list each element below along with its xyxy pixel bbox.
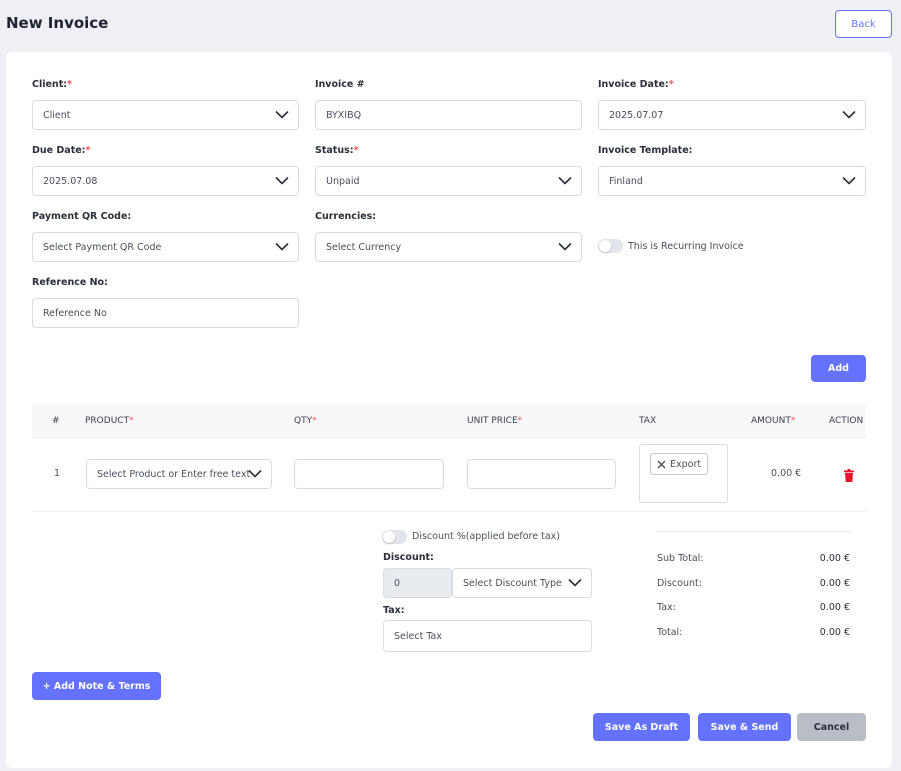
tax-chip[interactable]: Export	[650, 453, 709, 475]
column-header-tax: TAX	[639, 416, 657, 426]
cancel-button[interactable]: Cancel	[797, 713, 866, 741]
due-date-label: Due Date:*	[32, 145, 91, 156]
client-label: Client:*	[32, 79, 72, 90]
chevron-down-icon	[248, 469, 262, 478]
reference-label: Reference No:	[32, 277, 108, 288]
add-note-terms-button[interactable]: + Add Note & Terms	[32, 672, 161, 700]
reference-input[interactable]: Reference No	[32, 298, 299, 328]
currencies-label: Currencies:	[315, 211, 377, 222]
invoice-template-select[interactable]: Finland	[598, 166, 866, 196]
chevron-down-icon	[568, 578, 582, 587]
invoice-number-input[interactable]: BYXIBQ	[315, 100, 582, 130]
summary-tax-value: 0.00 €	[819, 602, 850, 613]
sub-total-label: Sub Total:	[657, 553, 704, 564]
add-item-button[interactable]: Add	[811, 355, 866, 382]
row-index: 1	[54, 468, 61, 479]
summary-divider	[656, 531, 850, 532]
save-as-draft-button[interactable]: Save As Draft	[593, 713, 690, 741]
due-date-select[interactable]: 2025.07.08	[32, 166, 299, 196]
chevron-down-icon	[842, 176, 856, 185]
save-and-send-button[interactable]: Save & Send	[698, 713, 791, 741]
column-header-qty: QTY*	[294, 416, 317, 426]
qty-input[interactable]	[294, 459, 444, 489]
column-header-action: ACTION	[829, 416, 864, 426]
discount-label: Discount:	[383, 552, 434, 563]
tax-chip-label: Export	[670, 458, 702, 470]
product-select[interactable]: Select Product or Enter free text	[86, 459, 272, 489]
total-value: 0.00 €	[819, 627, 850, 638]
page-title: New Invoice	[6, 14, 109, 32]
trash-icon[interactable]	[844, 469, 854, 482]
invoice-template-label: Invoice Template:	[598, 145, 693, 156]
chevron-down-icon	[558, 176, 572, 185]
payment-qr-select[interactable]: Select Payment QR Code	[32, 232, 299, 262]
sub-total-value: 0.00 €	[819, 553, 850, 564]
invoice-date-select[interactable]: 2025.07.07	[598, 100, 866, 130]
column-header-unit-price: UNIT PRICE*	[467, 416, 523, 426]
tax-multiselect[interactable]: Export	[639, 444, 728, 503]
items-table-header: # PRODUCT* QTY* UNIT PRICE* TAX AMOUNT* …	[32, 404, 866, 438]
chevron-down-icon	[842, 110, 856, 119]
status-label: Status:*	[315, 145, 359, 156]
total-label: Total:	[657, 627, 683, 638]
unit-price-input[interactable]	[467, 459, 616, 489]
invoice-form-card: Client:* Client Invoice # BYXIBQ Invoice…	[6, 52, 892, 768]
summary-discount-value: 0.00 €	[819, 578, 850, 589]
payment-qr-label: Payment QR Code:	[32, 211, 132, 222]
invoice-number-label: Invoice #	[315, 79, 365, 90]
chevron-down-icon	[558, 242, 572, 251]
discount-type-select[interactable]: Select Discount Type	[452, 568, 592, 598]
recurring-invoice-toggle[interactable]	[598, 239, 623, 253]
summary-tax-label: Tax:	[657, 602, 676, 613]
discount-value-input[interactable]: 0	[383, 568, 452, 598]
summary-discount-label: Discount:	[657, 578, 702, 589]
chevron-down-icon	[275, 176, 289, 185]
discount-percent-toggle[interactable]	[382, 530, 407, 544]
tax-label: Tax:	[383, 605, 405, 616]
client-select[interactable]: Client	[32, 100, 299, 130]
column-header-amount: AMOUNT*	[751, 416, 796, 426]
chevron-down-icon	[275, 242, 289, 251]
chevron-down-icon	[275, 110, 289, 119]
recurring-invoice-label: This is Recurring Invoice	[628, 241, 744, 252]
invoice-date-label: Invoice Date:*	[598, 79, 674, 90]
column-header-product: PRODUCT*	[85, 416, 134, 426]
tax-select[interactable]: Select Tax	[383, 620, 592, 652]
discount-percent-label: Discount %(applied before tax)	[412, 531, 560, 542]
status-select[interactable]: Unpaid	[315, 166, 582, 196]
currency-select[interactable]: Select Currency	[315, 232, 582, 262]
row-amount: 0.00 €	[771, 468, 802, 479]
close-icon[interactable]	[657, 460, 666, 469]
column-header-index: #	[52, 416, 60, 426]
back-button[interactable]: Back	[835, 10, 892, 38]
